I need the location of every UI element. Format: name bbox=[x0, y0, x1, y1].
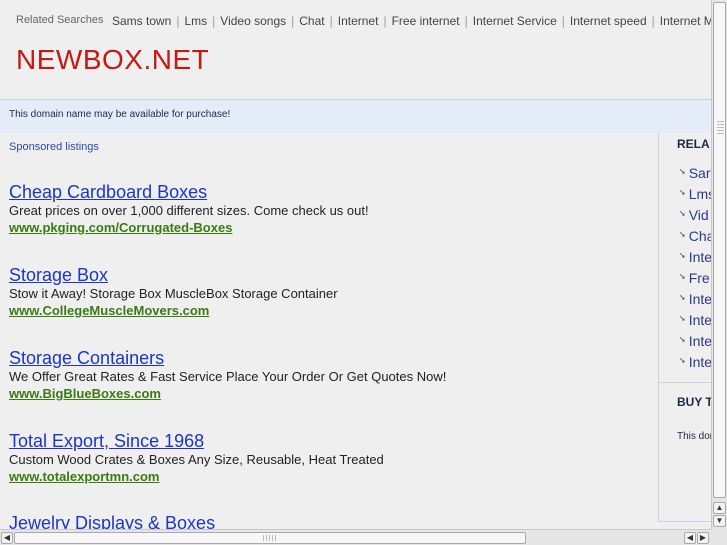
related-links-column: RELA ➘Sar ➘Lms ➘Vid ➘Cha ➘Inte ➘Fre ➘Int… bbox=[658, 133, 711, 522]
separator: | bbox=[291, 14, 295, 28]
arrow-icon: ➘ bbox=[679, 251, 686, 260]
buy-domain-title: BUY T bbox=[677, 395, 711, 409]
scroll-right-button[interactable]: ▶ bbox=[697, 532, 709, 544]
arrow-icon: ➘ bbox=[679, 209, 686, 218]
listing-item: Cheap Cardboard Boxes Great prices on ov… bbox=[9, 181, 649, 237]
arrow-icon: ➘ bbox=[679, 230, 686, 239]
related-link-internet-m[interactable]: Internet M bbox=[660, 14, 711, 28]
related-link-sams-town[interactable]: Sams town bbox=[112, 14, 171, 28]
related-column-item[interactable]: ➘ Sar bbox=[679, 163, 711, 184]
listing-title-link[interactable]: Total Export, Since 1968 bbox=[9, 430, 649, 452]
listing-title-link[interactable]: Storage Containers bbox=[9, 347, 649, 369]
listing-title-link[interactable]: Storage Box bbox=[9, 264, 649, 286]
arrow-icon: ➘ bbox=[679, 356, 686, 365]
arrow-icon: ➘ bbox=[679, 188, 686, 197]
arrow-icon: ➘ bbox=[679, 314, 686, 323]
page-viewport: Related Searches Sams town | Lms | Video son… bbox=[0, 0, 711, 529]
listing-description: Stow it Away! Storage Box MuscleBox Stor… bbox=[9, 286, 338, 301]
scrollbar-corner bbox=[711, 529, 727, 545]
related-column-item[interactable]: ➘ Inte bbox=[679, 247, 711, 268]
related-column-item-label[interactable]: Cha bbox=[689, 228, 711, 244]
listing-title-link[interactable]: Jewelry Displays & Boxes bbox=[9, 512, 649, 529]
site-title[interactable]: NEWBOX.NET bbox=[16, 44, 209, 76]
separator: | bbox=[651, 14, 655, 28]
related-column-item[interactable]: ➘ Inte bbox=[679, 331, 711, 352]
scroll-left-button[interactable]: ◀ bbox=[1, 532, 13, 544]
listing-url-link[interactable]: www.BigBlueBoxes.com bbox=[9, 385, 649, 403]
scroll-grip bbox=[263, 535, 277, 541]
vertical-scrollbar[interactable]: ▲ ▼ bbox=[711, 0, 727, 529]
related-column-item[interactable]: ➘Cha bbox=[679, 226, 711, 247]
related-column-item-label[interactable]: Inte bbox=[689, 312, 711, 328]
related-column-item[interactable]: ➘ Vid bbox=[679, 205, 711, 226]
related-link-free-internet[interactable]: Free internet bbox=[392, 14, 460, 28]
related-column-item-label[interactable]: Inte bbox=[689, 291, 711, 307]
related-link-video-songs[interactable]: Video songs bbox=[220, 14, 286, 28]
related-column-item[interactable]: ➘ Fre bbox=[679, 268, 711, 289]
related-column-item[interactable]: ➘Lms bbox=[679, 184, 711, 205]
domain-notice-bar: This domain name may be available for pu… bbox=[0, 99, 711, 133]
related-searches-bar: Related Searches Sams town | Lms | Video son… bbox=[0, 0, 711, 40]
separator: | bbox=[176, 14, 180, 28]
related-searches-label: Related Searches bbox=[16, 14, 104, 26]
listing-description: Great prices on over 1,000 different siz… bbox=[9, 203, 369, 218]
related-column-list: ➘Sar ➘Lms ➘Vid ➘Cha ➘Inte ➘Fre ➘Inte ➘In… bbox=[679, 163, 711, 373]
horizontal-scroll-thumb[interactable] bbox=[14, 532, 526, 544]
related-link-lms[interactable]: Lms bbox=[184, 14, 207, 28]
column-divider bbox=[659, 382, 711, 383]
separator: | bbox=[561, 14, 565, 28]
listing-description: We Offer Great Rates & Fast Service Plac… bbox=[9, 369, 447, 384]
listing-url-link[interactable]: www.totalexportmn.com bbox=[9, 468, 649, 486]
listing-item: Total Export, Since 1968 Custom Wood Cra… bbox=[9, 430, 649, 486]
related-searches-links: Sams town | Lms | Video songs | Chat | Internet |… bbox=[112, 14, 711, 28]
listing-item: Storage Containers We Offer Great Rates … bbox=[9, 347, 649, 403]
horizontal-scrollbar[interactable]: ◀ ◀ ▶ bbox=[0, 529, 711, 545]
related-link-internet[interactable]: Internet bbox=[338, 14, 379, 28]
arrow-icon: ➘ bbox=[679, 167, 686, 176]
related-column-item[interactable]: ➘ Inte bbox=[679, 289, 711, 310]
vertical-scroll-thumb[interactable] bbox=[713, 2, 726, 498]
related-link-chat[interactable]: Chat bbox=[299, 14, 324, 28]
separator: | bbox=[329, 14, 333, 28]
related-column-item-label[interactable]: Inte bbox=[689, 333, 711, 349]
scroll-up-button[interactable]: ▲ bbox=[713, 502, 726, 514]
sponsored-listings-label: Sponsored listings bbox=[9, 141, 99, 153]
related-column-item-label[interactable]: Inte bbox=[689, 354, 711, 370]
listing-item: Jewelry Displays & Boxes bbox=[9, 512, 649, 529]
buy-domain-text: This dor bbox=[677, 431, 711, 442]
related-column-item-label[interactable]: Vid bbox=[689, 207, 709, 223]
related-column-item-label[interactable]: Lms bbox=[689, 186, 711, 202]
related-link-internet-service[interactable]: Internet Service bbox=[473, 14, 557, 28]
related-link-internet-speed[interactable]: Internet speed bbox=[570, 14, 647, 28]
related-column-item[interactable]: ➘ Inte bbox=[679, 310, 711, 331]
listing-description: Custom Wood Crates & Boxes Any Size, Reu… bbox=[9, 452, 384, 467]
related-column-item[interactable]: ➘ Inte bbox=[679, 352, 711, 373]
related-column-item-label[interactable]: Fre bbox=[689, 270, 710, 286]
arrow-icon: ➘ bbox=[679, 293, 686, 302]
scroll-grip bbox=[717, 121, 724, 135]
arrow-icon: ➘ bbox=[679, 335, 686, 344]
separator: | bbox=[383, 14, 387, 28]
listing-item: Storage Box Stow it Away! Storage Box Mu… bbox=[9, 264, 649, 320]
domain-notice-text[interactable]: This domain name may be available for pu… bbox=[9, 109, 230, 120]
scroll-down-button[interactable]: ▼ bbox=[713, 515, 726, 527]
scroll-left-button-secondary[interactable]: ◀ bbox=[684, 532, 696, 544]
arrow-icon: ➘ bbox=[679, 272, 686, 281]
listing-url-link[interactable]: www.pkging.com/Corrugated-Boxes bbox=[9, 219, 649, 237]
related-column-item-label[interactable]: Sar bbox=[689, 165, 711, 181]
separator: | bbox=[464, 14, 468, 28]
related-column-item-label[interactable]: Inte bbox=[689, 249, 711, 265]
listing-title-link[interactable]: Cheap Cardboard Boxes bbox=[9, 181, 649, 203]
related-column-title: RELA bbox=[677, 137, 710, 151]
separator: | bbox=[212, 14, 216, 28]
listing-url-link[interactable]: www.CollegeMuscleMovers.com bbox=[9, 302, 649, 320]
